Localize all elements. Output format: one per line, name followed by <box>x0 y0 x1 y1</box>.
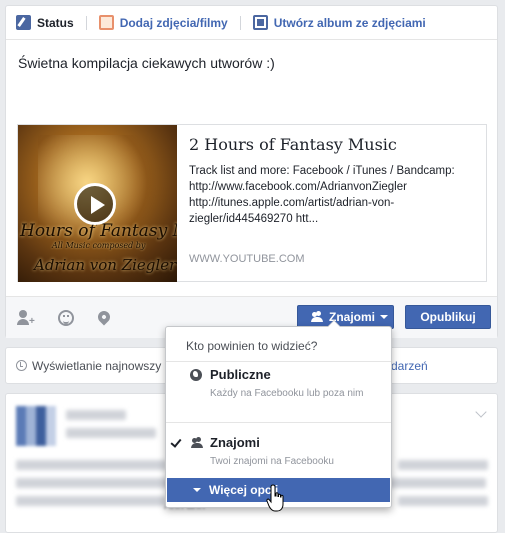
friends-icon <box>190 437 204 449</box>
link-title[interactable]: 2 Hours of Fantasy Music <box>189 135 479 154</box>
hand-cursor-icon <box>266 484 284 512</box>
play-icon[interactable] <box>74 183 116 225</box>
dropdown-header: Kto powinien to widzieć? <box>186 339 318 353</box>
clock-icon <box>16 360 27 371</box>
tab-create-album-label: Utwórz album ze zdjęciami <box>273 15 426 30</box>
check-icon <box>170 436 182 448</box>
publish-button[interactable]: Opublikuj <box>405 305 491 329</box>
audience-option-public[interactable]: Publiczne Każdy na Facebooku lub poza ni… <box>166 367 391 421</box>
pencil-icon <box>16 15 31 30</box>
link-preview-body: 2 Hours of Fantasy Music Track list and … <box>189 135 479 227</box>
link-preview-card[interactable]: Hours of Fantasy Music All Music compose… <box>17 124 487 282</box>
blurred-author-name <box>66 410 126 420</box>
tag-friends-icon[interactable]: + <box>17 310 35 327</box>
tab-add-photos-label: Dodaj zdjęcia/filmy <box>119 15 228 30</box>
thumbnail-subtitle-art: All Music composed by <box>52 241 146 250</box>
option-title: Znajomi <box>210 435 260 450</box>
location-icon[interactable] <box>95 308 113 326</box>
caret-down-icon <box>193 488 201 492</box>
blurred-text <box>16 460 166 470</box>
link-domain: WWW.YOUTUBE.COM <box>189 253 305 265</box>
link-description: Track list and more: Facebook / iTunes /… <box>189 165 455 225</box>
status-text-input[interactable]: Świetna kompilacja ciekawych utworów :) <box>18 55 275 71</box>
feeling-icon[interactable] <box>58 310 74 326</box>
tab-status[interactable]: Status <box>16 15 74 30</box>
blurred-text <box>16 496 166 506</box>
tab-divider <box>239 15 241 30</box>
tab-add-photos[interactable]: Dodaj zdjęcia/filmy <box>98 15 228 30</box>
tab-create-album[interactable]: Utwórz album ze zdjęciami <box>252 15 426 30</box>
dropdown-divider <box>166 422 391 423</box>
caret-down-icon <box>380 315 389 319</box>
tab-status-label: Status <box>37 15 74 30</box>
option-title: Publiczne <box>210 367 271 382</box>
album-icon <box>252 15 268 30</box>
friends-icon <box>310 311 324 323</box>
chevron-down-icon[interactable] <box>475 406 487 418</box>
post-composer: Status Dodaj zdjęcia/filmy Utwórz album … <box>5 5 498 338</box>
tab-divider <box>85 15 87 30</box>
sort-bar-text: Wyświetlanie najnowszy <box>32 359 162 373</box>
audience-option-friends[interactable]: Znajomi Twoi znajomi na Facebooku <box>166 435 391 471</box>
composer-tabs: Status Dodaj zdjęcia/filmy Utwórz album … <box>6 6 497 40</box>
blurred-text <box>398 496 488 506</box>
photo-icon <box>98 15 114 30</box>
video-thumbnail[interactable]: Hours of Fantasy Music All Music compose… <box>18 125 177 282</box>
thumbnail-author-art: Adrian von Ziegler <box>34 256 177 274</box>
audience-dropdown: Kto powinien to widzieć? Publiczne Każdy… <box>165 320 392 508</box>
avatar[interactable] <box>16 406 56 446</box>
globe-icon <box>190 369 202 381</box>
option-description: Twoi znajomi na Facebooku <box>210 456 334 467</box>
blurred-text <box>398 460 488 470</box>
dropdown-divider <box>166 361 391 362</box>
blurred-timestamp <box>66 428 156 438</box>
option-description: Każdy na Facebooku lub poza nim <box>210 388 364 399</box>
